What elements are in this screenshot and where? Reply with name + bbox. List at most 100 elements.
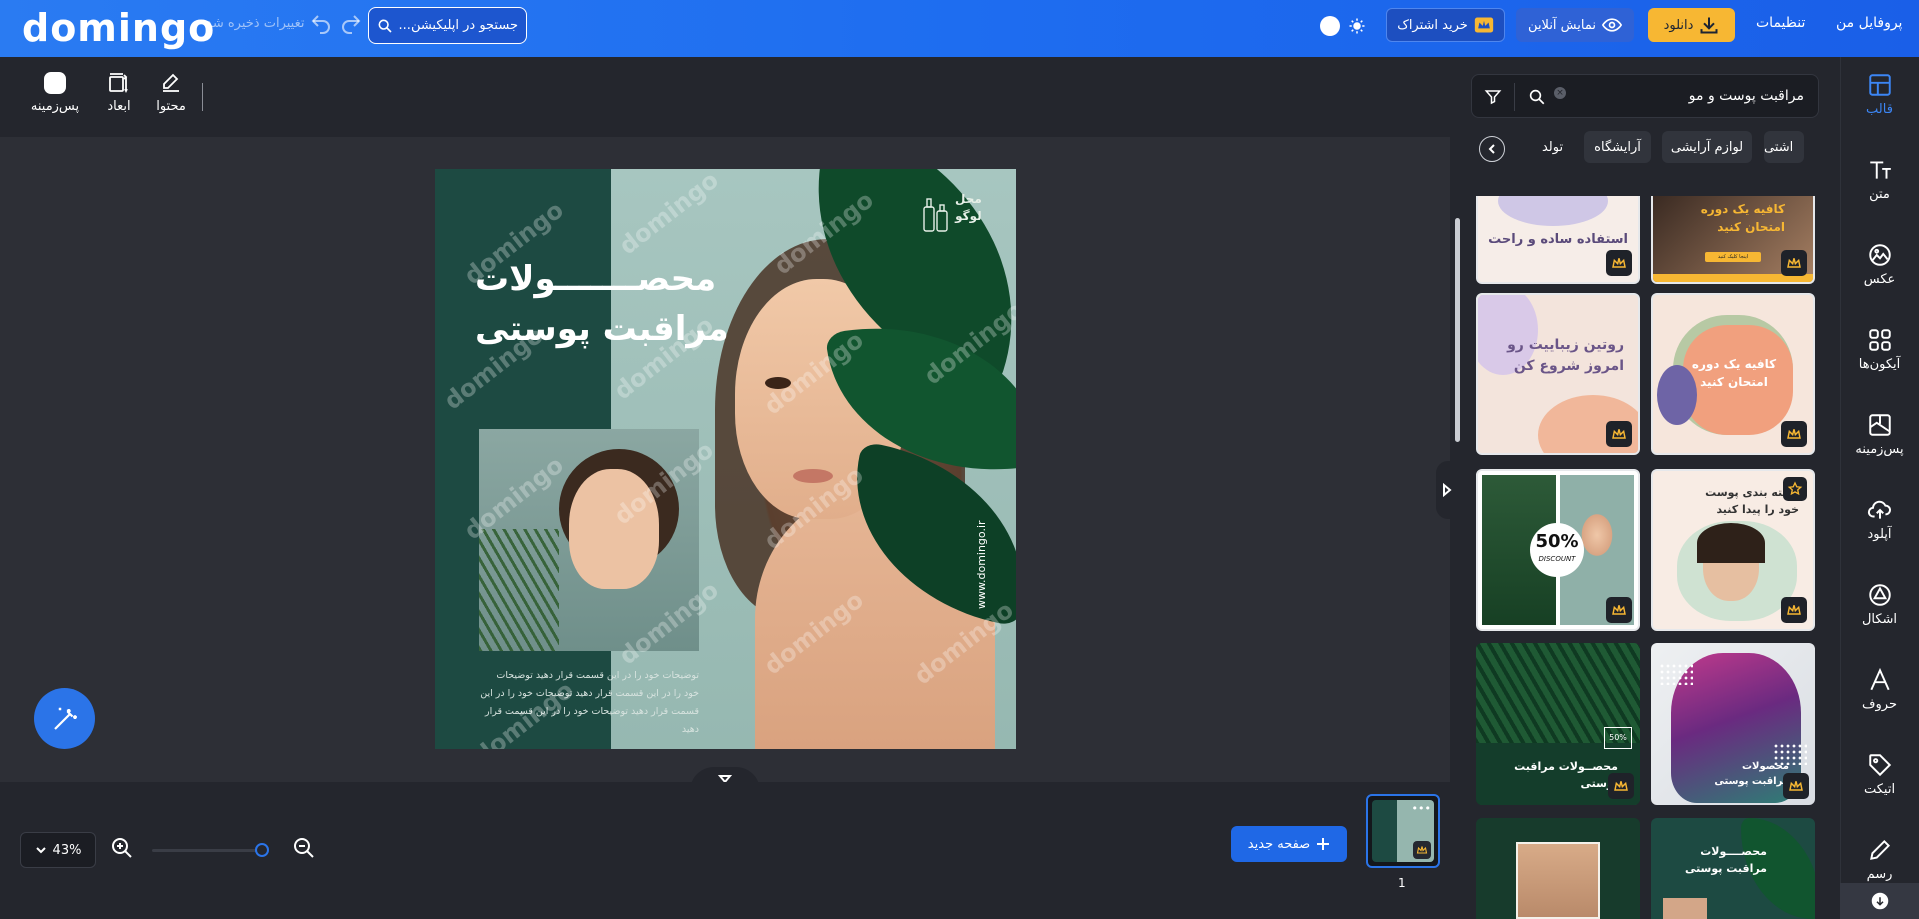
page-number: 1 [1398, 876, 1406, 890]
template-card[interactable]: محصولات مراقبت پوستی [1651, 643, 1815, 805]
content-tool[interactable]: محتوا [146, 71, 196, 114]
plus-icon [1316, 837, 1330, 851]
new-page-button[interactable]: صفحه جدید [1231, 826, 1347, 862]
edit-icon [159, 71, 183, 95]
design-title-line1[interactable]: محصـــــــولات [475, 259, 716, 299]
template-card[interactable]: کافیه یک دوره امتحان کنید اینجا کلیک کنی… [1651, 196, 1815, 284]
sidenav-item-label: آیکون‌ها [1858, 357, 1901, 372]
download-button[interactable]: دانلود [1648, 8, 1735, 42]
premium-crown-badge [1606, 597, 1632, 623]
search-divider [1514, 83, 1515, 111]
sidenav-item-label: پس‌زمینه [1855, 442, 1904, 457]
undo-icon[interactable] [309, 12, 333, 36]
favorite-button[interactable] [1783, 477, 1807, 501]
sidenav-item-label: آپلود [1867, 527, 1892, 542]
crown-icon [1413, 841, 1431, 859]
sidenav-item-photos[interactable]: عکس [1840, 242, 1919, 287]
magic-wand-button[interactable] [34, 688, 95, 749]
chips-prev-button[interactable] [1479, 136, 1505, 162]
template-icon [1867, 72, 1893, 98]
logo-placeholder[interactable]: محل لوگو [955, 191, 982, 225]
template-card[interactable]: 50% محصــولات مراقبت پوستی [1476, 643, 1640, 805]
template-card[interactable] [1476, 818, 1640, 919]
inset-fern [479, 529, 559, 651]
template-search-input[interactable]: مراقبت پوست و مو × [1471, 74, 1819, 118]
theme-toggle[interactable] [1320, 14, 1372, 38]
sidenav-item-text[interactable]: متن [1840, 157, 1919, 202]
subscribe-label: خرید اشتراک [1397, 17, 1468, 33]
template-card[interactable]: دسته بندی پوست خود را پیدا کنید [1651, 469, 1815, 631]
star-plus-icon [1787, 481, 1803, 497]
logo-placeholder-line1: محل [955, 192, 982, 206]
premium-crown-badge [1606, 250, 1632, 276]
premium-crown-badge [1781, 250, 1807, 276]
redo-icon[interactable] [339, 12, 363, 36]
card-title: محصــولات مراقبت پوستی [1514, 760, 1618, 790]
category-chip[interactable]: آرایشگاه [1584, 131, 1651, 163]
background-icon [1867, 412, 1893, 438]
sidenav-item-draw[interactable]: رسم [1840, 837, 1919, 882]
zoom-select[interactable]: 43% [20, 832, 96, 868]
sidenav-item-label: قالب [1866, 102, 1893, 117]
app-logo[interactable]: domingo [22, 6, 215, 50]
template-card[interactable]: کافیه یک دوره امتحان کنید [1651, 293, 1815, 455]
sidenav-item-templates[interactable]: قالب [1840, 72, 1919, 117]
top-bar: domingo تغییرات ذخیره شد جستجو در اپلیکی… [0, 0, 1919, 57]
sidenav-item-upload[interactable]: آپلود [1840, 497, 1919, 542]
subscribe-button[interactable]: خرید اشتراک [1386, 8, 1505, 42]
template-card[interactable]: روتین زیباییت رو امروز شروع کن [1476, 293, 1640, 455]
sidenav-item-icons[interactable]: آیکون‌ها [1840, 327, 1919, 372]
category-chip[interactable]: لوازم آرایشی [1662, 131, 1752, 163]
card-cta: اینجا کلیک کنید [1705, 252, 1761, 262]
background-swatch-icon [43, 71, 67, 95]
toggle-knob [1320, 16, 1340, 36]
new-page-label: صفحه جدید [1247, 836, 1311, 852]
app-search-input[interactable]: جستجو در اپلیکیشن... [368, 7, 527, 44]
background-tool[interactable]: پس‌زمینه [30, 71, 80, 114]
card-title: کافیه یک دوره امتحان کنید [1691, 357, 1777, 389]
premium-crown-badge [1783, 773, 1809, 799]
panel-collapse-button[interactable] [1436, 461, 1458, 519]
category-chip[interactable]: اشتی [1764, 131, 1804, 163]
chevron-right-icon [1442, 483, 1452, 497]
resize-icon [107, 71, 131, 95]
eye-icon [1601, 17, 1622, 33]
font-icon [1867, 667, 1893, 693]
chevron-left-icon [1487, 143, 1497, 155]
sidenav-item-stickers[interactable]: اتیکت [1840, 752, 1919, 797]
design-url[interactable]: www.domingo.ir [975, 520, 988, 609]
sidenav-item-label: حروف [1862, 697, 1897, 712]
profile-link[interactable]: پروفایل من [1836, 15, 1902, 31]
zoom-in-icon[interactable] [110, 836, 134, 860]
template-card[interactable]: محصــــولات مراقبت پوستی [1651, 818, 1815, 919]
template-card[interactable]: استفاده ساده و راحت [1476, 196, 1640, 284]
design-canvas[interactable]: محل لوگو محصـــــــولات مراقبت پوستی توض… [435, 169, 1016, 749]
page-thumbnail[interactable]: ••• [1366, 794, 1440, 868]
zoom-slider[interactable] [152, 849, 264, 852]
more-icon[interactable]: ••• [1412, 802, 1431, 815]
template-card[interactable]: 50% DISCOUNT [1476, 469, 1640, 631]
category-chip[interactable]: تولد [1530, 131, 1575, 163]
sidenav-item-background[interactable]: پس‌زمینه [1840, 412, 1919, 457]
panel-scrollbar[interactable] [1455, 218, 1460, 442]
settings-link[interactable]: تنظیمات [1756, 15, 1805, 31]
filter-icon[interactable] [1484, 88, 1502, 106]
sidenav-scroll-down-button[interactable] [1840, 883, 1919, 919]
sidenav-item-fonts[interactable]: حروف [1840, 667, 1919, 712]
sidenav-item-shapes[interactable]: اشکال [1840, 582, 1919, 627]
online-preview-button[interactable]: نمایش آنلاین [1516, 8, 1634, 42]
text-icon [1867, 157, 1893, 183]
premium-crown-badge [1781, 421, 1807, 447]
card-dots [1659, 663, 1693, 685]
clear-search-icon[interactable]: × [1554, 87, 1566, 99]
sidenav-item-label: عکس [1863, 272, 1896, 287]
dimensions-tool[interactable]: ابعاد [94, 71, 144, 114]
zoom-out-icon[interactable] [292, 836, 316, 860]
discount-value: 50% [1535, 531, 1579, 552]
search-icon[interactable] [1528, 88, 1546, 106]
download-label: دانلود [1663, 17, 1694, 33]
background-tool-label: پس‌زمینه [30, 99, 80, 114]
zoom-slider-handle[interactable] [255, 843, 269, 857]
app-search-placeholder: جستجو در اپلیکیشن... [398, 18, 518, 33]
card-title: روتین زیباییت رو امروز شروع کن [1507, 337, 1624, 374]
